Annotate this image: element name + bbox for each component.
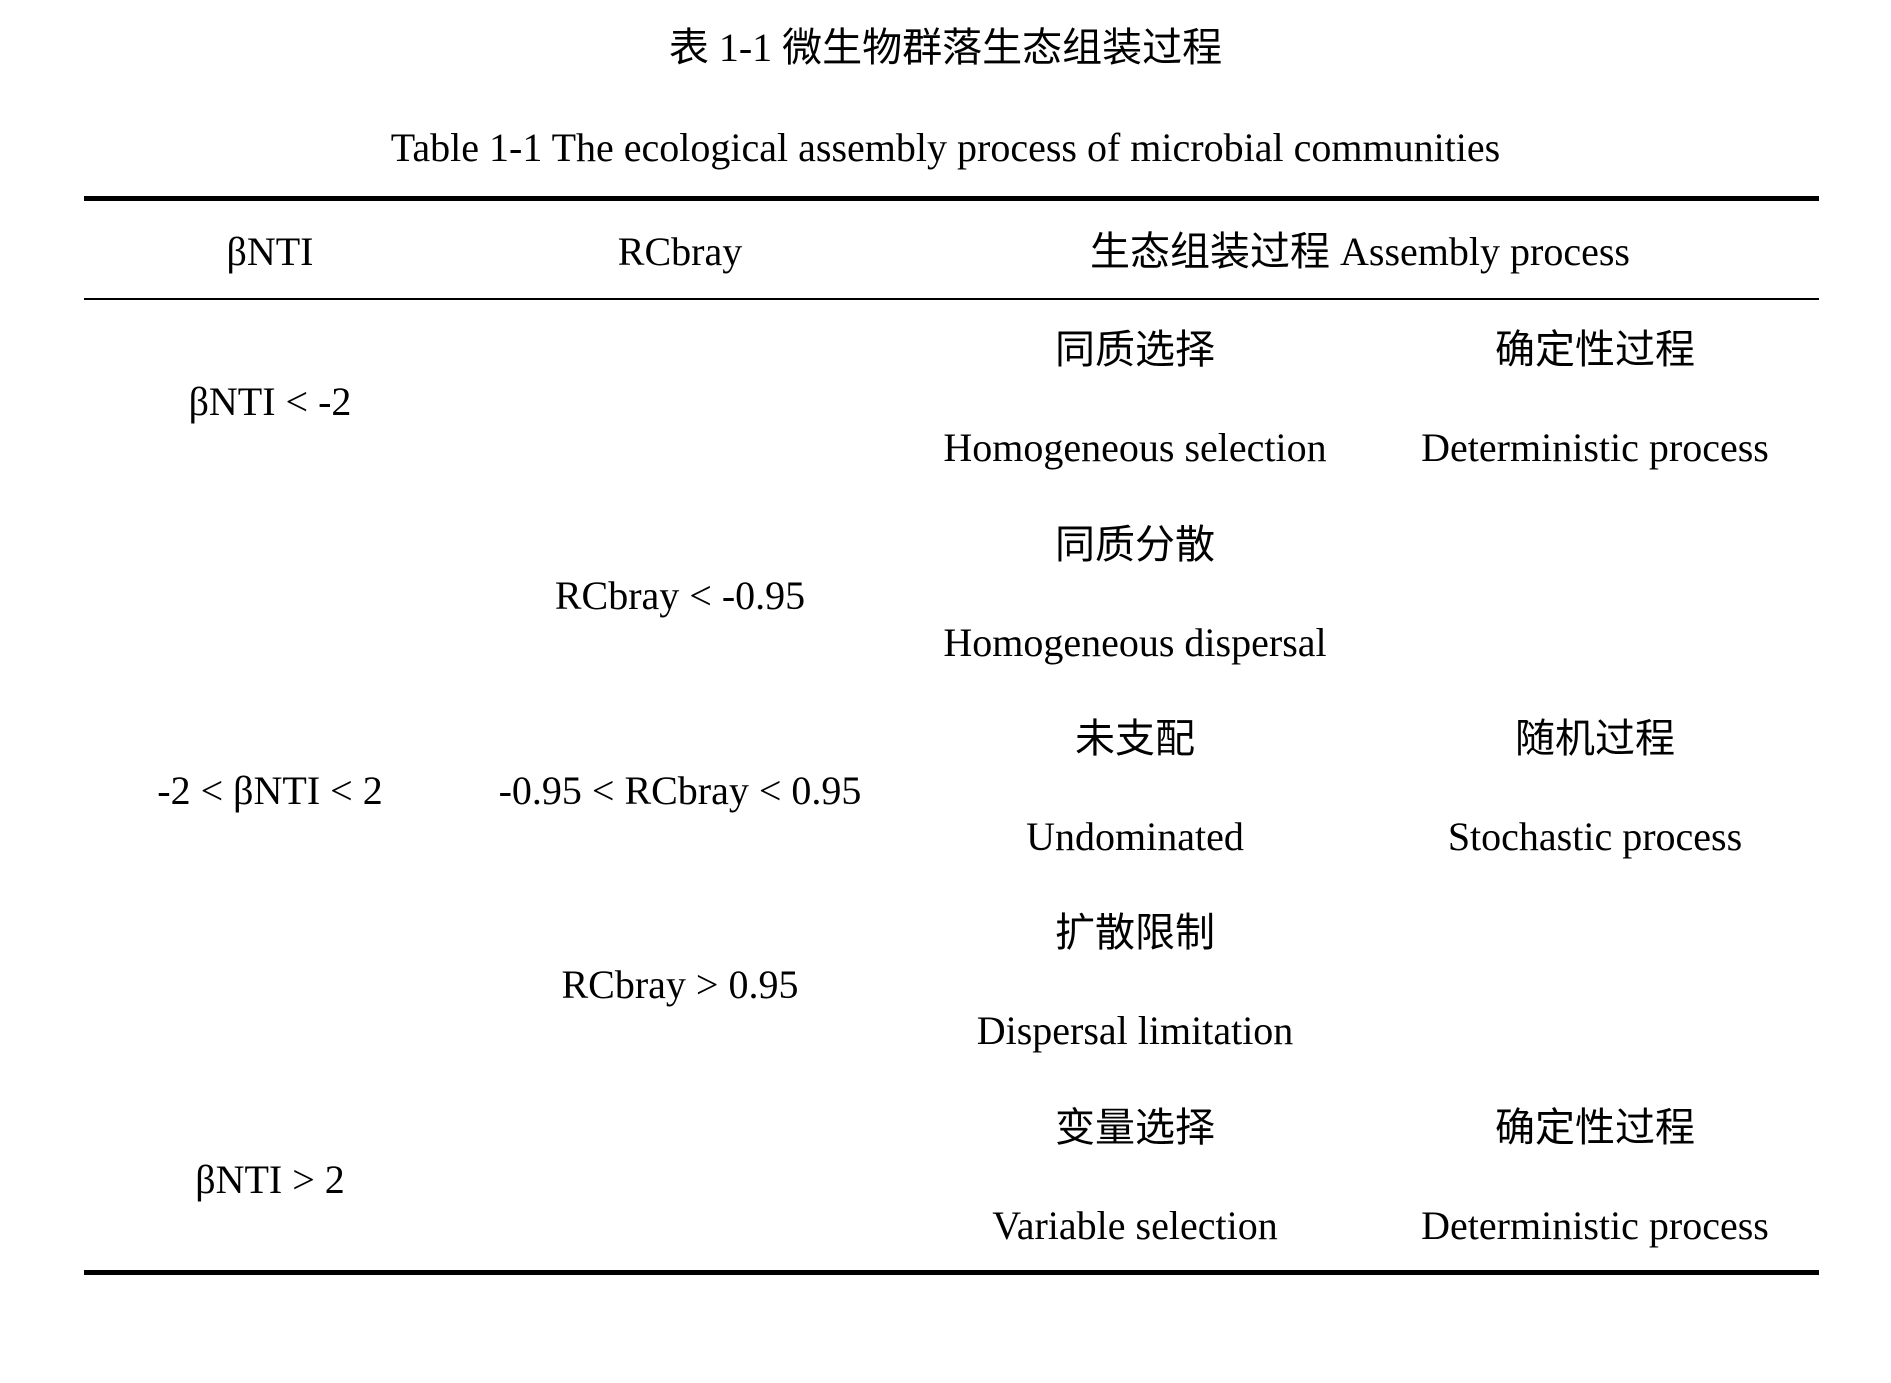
process-en-cell: Undominated bbox=[1026, 814, 1244, 859]
process-en-cell: Variable selection bbox=[992, 1203, 1278, 1248]
category-en-cell: Stochastic process bbox=[1447, 814, 1743, 859]
bnti-cell: -2 < βNTI < 2 bbox=[157, 768, 383, 813]
process-cn-cell: 同质选择 bbox=[1055, 327, 1215, 372]
process-en-cell: Dispersal limitation bbox=[976, 1008, 1294, 1053]
process-cn-cell: 未支配 bbox=[1075, 716, 1195, 761]
table-top-rule bbox=[84, 196, 1819, 201]
rcbray-cell: RCbray > 0.95 bbox=[561, 962, 799, 1007]
header-rcbray: RCbray bbox=[617, 229, 743, 274]
rcbray-cell: RCbray < -0.95 bbox=[554, 573, 806, 618]
header-assembly-process: 生态组装过程 Assembly process bbox=[1090, 229, 1630, 274]
category-en-cell: Deterministic process bbox=[1421, 425, 1769, 470]
table-bottom-rule bbox=[84, 1270, 1819, 1275]
process-cn-cell: 同质分散 bbox=[1055, 522, 1215, 567]
header-bnti: βNTI bbox=[226, 229, 314, 274]
category-cn-cell: 确定性过程 bbox=[1495, 327, 1695, 372]
bnti-cell: βNTI > 2 bbox=[195, 1157, 345, 1202]
process-en-cell: Homogeneous selection bbox=[943, 425, 1327, 470]
table-caption-cn: 表 1-1 微生物群落生态组装过程 bbox=[668, 25, 1223, 70]
table-caption-en: Table 1-1 The ecological assembly proces… bbox=[390, 125, 1501, 170]
rcbray-cell: -0.95 < RCbray < 0.95 bbox=[498, 768, 862, 813]
category-cn-cell: 随机过程 bbox=[1515, 716, 1675, 761]
bnti-cell: βNTI < -2 bbox=[188, 379, 352, 424]
table-header-rule bbox=[84, 298, 1819, 300]
category-cn-cell: 确定性过程 bbox=[1495, 1105, 1695, 1150]
process-cn-cell: 变量选择 bbox=[1055, 1105, 1215, 1150]
process-en-cell: Homogeneous dispersal bbox=[943, 620, 1327, 665]
process-cn-cell: 扩散限制 bbox=[1055, 910, 1215, 955]
category-en-cell: Deterministic process bbox=[1421, 1203, 1769, 1248]
